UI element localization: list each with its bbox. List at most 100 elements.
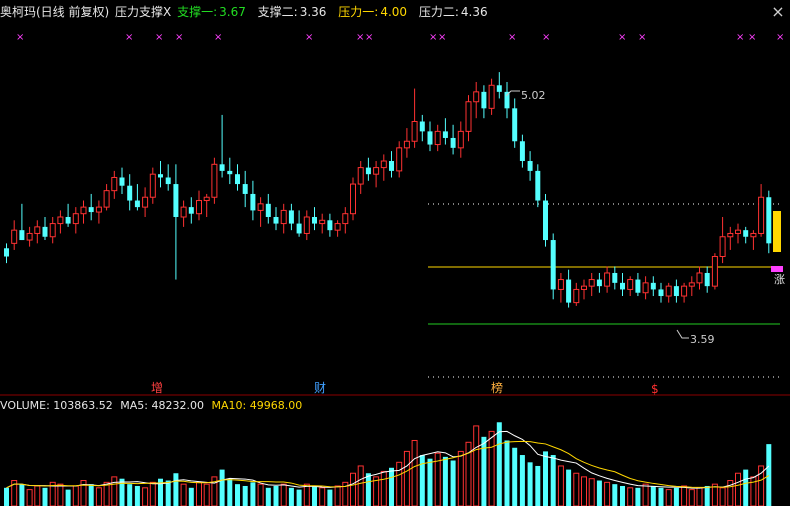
volume-bar: [535, 465, 541, 506]
signal-mark: ×: [214, 32, 222, 43]
volume-bar: [496, 422, 502, 506]
candle-body: [219, 164, 225, 171]
candle-body: [688, 282, 695, 287]
volume-bar: [411, 439, 418, 506]
volume-bar: [504, 440, 510, 506]
candle-body: [442, 131, 448, 138]
volume-bar: [72, 485, 79, 506]
candle-body: [119, 177, 125, 186]
candle-body: [149, 173, 156, 198]
candle-body: [581, 285, 587, 290]
close-icon[interactable]: ×: [770, 4, 786, 20]
volume-bar: [473, 425, 480, 506]
signal-mark: ×: [736, 32, 744, 43]
candle-body: [496, 85, 502, 92]
candle-body: [350, 183, 356, 215]
price-panel-header: 奥柯玛(日线 前复权) 压力支撑X 支撑一: 3.67 支撑二: 3.36 压力一:…: [0, 4, 490, 20]
volume-bar: [543, 451, 548, 506]
candlestick-series: [4, 72, 772, 308]
candle-body: [65, 216, 71, 224]
volume-bar: [196, 481, 202, 506]
candle-body: [450, 137, 456, 148]
candle-body: [535, 170, 541, 201]
event-tag-cai[interactable]: 财: [314, 381, 326, 395]
candle-body: [743, 230, 749, 237]
candle-body: [296, 223, 302, 234]
signal-mark: ×: [155, 32, 163, 43]
volume-bar: [588, 478, 595, 506]
volume-bar: [203, 483, 210, 506]
volume-bar: [681, 485, 688, 506]
signal-mark: ×: [748, 32, 756, 43]
volume-bar: [103, 481, 110, 506]
candle-body: [573, 288, 580, 304]
support-one-label: 支撑一:: [177, 5, 218, 19]
candle-body: [527, 161, 533, 171]
volume-bar: [427, 458, 433, 506]
volume-bar: [111, 476, 118, 506]
ma10-value: 49968.00: [249, 399, 303, 412]
top-markers: × × × × × × × × × × × × × × × × ×: [16, 32, 784, 43]
candle-body: [596, 279, 602, 287]
volume-bar: [389, 467, 394, 506]
candle-body: [196, 200, 202, 215]
candle-body: [389, 161, 394, 171]
current-price-marker: [771, 266, 783, 272]
volume-bar: [288, 487, 294, 506]
high-price-label: 5.02: [521, 89, 546, 102]
candle-body: [473, 91, 480, 103]
volume-bar: [219, 469, 225, 506]
volume-bar: [573, 472, 580, 506]
candle-body: [681, 285, 688, 297]
pressure-one-label: 压力一:: [338, 5, 379, 19]
candle-body: [642, 282, 649, 294]
volume-bar: [743, 469, 749, 506]
candle-body: [543, 200, 548, 241]
event-tag-zeng[interactable]: 增: [151, 381, 163, 395]
candle-body: [658, 289, 664, 297]
candle-body: [42, 226, 48, 237]
candle-body: [357, 167, 364, 185]
candle-body: [334, 223, 341, 231]
candle-body: [111, 176, 118, 192]
volume-bar: [735, 472, 741, 506]
candle-body: [57, 216, 64, 225]
volume-bar: [550, 455, 556, 506]
volume-bar: [42, 487, 48, 506]
candle-body: [665, 285, 672, 297]
ma5-label: MA5:: [120, 399, 149, 412]
event-tag-dollar[interactable]: $: [651, 382, 659, 396]
volume-bar: [566, 469, 572, 506]
volume-bar: [250, 482, 256, 506]
signal-mark: ×: [638, 32, 646, 43]
candle-body: [95, 206, 102, 213]
indicator-name[interactable]: 压力支撑X: [115, 5, 171, 19]
candle-body: [719, 236, 726, 258]
volume-bar: [488, 430, 495, 506]
candle-body: [457, 130, 464, 149]
candle-body: [434, 130, 441, 146]
volume-bar: [227, 478, 233, 506]
candle-body: [327, 220, 333, 231]
event-tag-bang[interactable]: 榜: [491, 380, 503, 395]
signal-mark: ×: [125, 32, 133, 43]
candle-body: [727, 232, 734, 238]
volume-bar: [457, 450, 464, 506]
candle-body: [557, 279, 564, 290]
candle-body: [158, 174, 163, 178]
pressure-two-value: 4.36: [460, 5, 488, 19]
candle-body: [635, 279, 641, 293]
candle-body: [550, 240, 556, 290]
candle-body: [512, 108, 518, 142]
volume-value: 103863.52: [53, 399, 113, 412]
candle-body: [481, 91, 487, 109]
volume-bar: [142, 487, 149, 506]
volume-bar: [642, 483, 649, 506]
candle-body: [588, 279, 595, 287]
candle-body: [519, 141, 525, 162]
candle-body: [696, 272, 703, 284]
volume-bar: [235, 484, 240, 506]
volume-bar: [149, 481, 156, 506]
support-two-value: 3.36: [299, 5, 327, 19]
kline-chart[interactable]: × × × × × × × × × × × × × × × × × 5.02 3.59 增 财 榜 $ 涨: [0, 0, 790, 506]
